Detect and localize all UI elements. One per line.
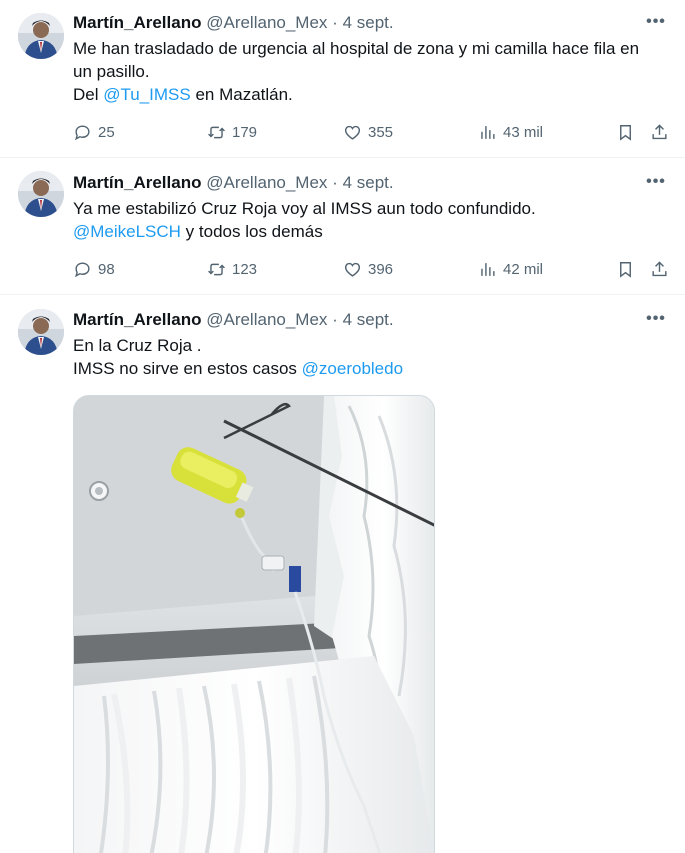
tweet-photo[interactable] bbox=[73, 395, 435, 853]
share-button[interactable] bbox=[650, 258, 669, 280]
tweet-date[interactable]: 4 sept. bbox=[343, 310, 394, 329]
view-count: 43 mil bbox=[503, 123, 544, 141]
text-line: En la Cruz Roja . bbox=[73, 336, 202, 355]
author-handle[interactable]: @Arellano_Mex bbox=[206, 13, 327, 32]
retweet-icon bbox=[208, 263, 225, 275]
avatar[interactable] bbox=[18, 171, 64, 217]
tweet-text: Me han trasladado de urgencia al hospita… bbox=[73, 37, 665, 106]
mention-link[interactable]: @Tu_IMSS bbox=[103, 85, 190, 104]
text-line: IMSS no sirve en estos casos @zoerobledo bbox=[73, 357, 665, 380]
reply-count: 98 bbox=[98, 260, 115, 278]
tweet-3[interactable]: Martín_Arellano @Arellano_Mex · 4 sept. … bbox=[0, 295, 685, 853]
like-count: 396 bbox=[368, 260, 394, 278]
view-count: 42 mil bbox=[503, 260, 544, 278]
share-icon bbox=[652, 260, 667, 276]
share-button[interactable] bbox=[650, 121, 669, 143]
hospital-iv-photo bbox=[74, 396, 434, 853]
retweet-icon bbox=[208, 126, 225, 138]
bookmark-icon bbox=[620, 124, 631, 141]
tweet-header: Martín_Arellano @Arellano_Mex · 4 sept. bbox=[73, 173, 625, 195]
avatar[interactable] bbox=[18, 13, 64, 59]
tweet-1[interactable]: Martín_Arellano @Arellano_Mex · 4 sept. … bbox=[0, 0, 685, 158]
text-line: @MeikeLSCH y todos los demás bbox=[73, 220, 665, 243]
tweet-header: Martín_Arellano @Arellano_Mex · 4 sept. bbox=[73, 13, 625, 35]
retweet-count: 179 bbox=[232, 123, 258, 141]
tweet-date[interactable]: 4 sept. bbox=[343, 13, 394, 32]
retweet-button[interactable]: 179 bbox=[207, 121, 257, 143]
bookmark-button[interactable] bbox=[616, 258, 635, 280]
share-icon bbox=[652, 123, 667, 139]
separator: · bbox=[332, 310, 338, 329]
tweet-header: Martín_Arellano @Arellano_Mex · 4 sept. bbox=[73, 310, 625, 332]
text-line: un pasillo. bbox=[73, 62, 150, 81]
action-bar: 25 179 355 43 mil bbox=[73, 121, 669, 143]
like-button[interactable]: 355 bbox=[343, 121, 393, 143]
text-fragment: y todos los demás bbox=[180, 222, 323, 241]
views-button[interactable]: 42 mil bbox=[478, 258, 543, 280]
like-count: 355 bbox=[368, 123, 394, 141]
reply-button[interactable]: 25 bbox=[73, 121, 115, 143]
views-button[interactable]: 43 mil bbox=[478, 121, 543, 143]
more-dots-icon[interactable]: ••• bbox=[645, 14, 667, 36]
reply-button[interactable]: 98 bbox=[73, 258, 115, 280]
bookmark-icon bbox=[620, 261, 631, 278]
text-line: Me han trasladado de urgencia al hospita… bbox=[73, 39, 640, 58]
reply-count: 25 bbox=[98, 123, 115, 141]
retweet-button[interactable]: 123 bbox=[207, 258, 257, 280]
author-name[interactable]: Martín_Arellano bbox=[73, 13, 201, 32]
tweet-text: En la Cruz Roja . IMSS no sirve en estos… bbox=[73, 334, 665, 380]
text-line: Ya me estabilizó Cruz Roja voy al IMSS a… bbox=[73, 199, 536, 218]
more-dots-icon[interactable]: ••• bbox=[645, 311, 667, 333]
like-button[interactable]: 396 bbox=[343, 258, 393, 280]
action-bar: 98 123 396 42 mil bbox=[73, 258, 669, 280]
tweet-date[interactable]: 4 sept. bbox=[343, 173, 394, 192]
avatar[interactable] bbox=[18, 309, 64, 355]
retweet-count: 123 bbox=[232, 260, 258, 278]
separator: · bbox=[332, 13, 338, 32]
reply-bubble-icon bbox=[74, 261, 90, 277]
author-name[interactable]: Martín_Arellano bbox=[73, 173, 201, 192]
mention-link[interactable]: @MeikeLSCH bbox=[73, 222, 181, 241]
reply-bubble-icon bbox=[74, 124, 90, 140]
author-handle[interactable]: @Arellano_Mex bbox=[206, 173, 327, 192]
views-chart-icon bbox=[481, 125, 495, 139]
author-name[interactable]: Martín_Arellano bbox=[73, 310, 201, 329]
bookmark-button[interactable] bbox=[616, 121, 635, 143]
views-chart-icon bbox=[481, 262, 495, 276]
more-dots-icon[interactable]: ••• bbox=[645, 174, 667, 196]
tweet-text: Ya me estabilizó Cruz Roja voy al IMSS a… bbox=[73, 197, 665, 243]
text-fragment: en Mazatlán. bbox=[190, 85, 293, 104]
tweet-2[interactable]: Martín_Arellano @Arellano_Mex · 4 sept. … bbox=[0, 158, 685, 295]
heart-icon bbox=[344, 125, 361, 140]
author-handle[interactable]: @Arellano_Mex bbox=[206, 310, 327, 329]
heart-icon bbox=[344, 262, 361, 277]
separator: · bbox=[332, 173, 338, 192]
text-fragment: Del bbox=[73, 85, 104, 104]
text-fragment: IMSS no sirve en estos casos bbox=[73, 359, 302, 378]
mention-link[interactable]: @zoerobledo bbox=[302, 359, 403, 378]
text-line: Del @Tu_IMSS en Mazatlán. bbox=[73, 83, 665, 106]
